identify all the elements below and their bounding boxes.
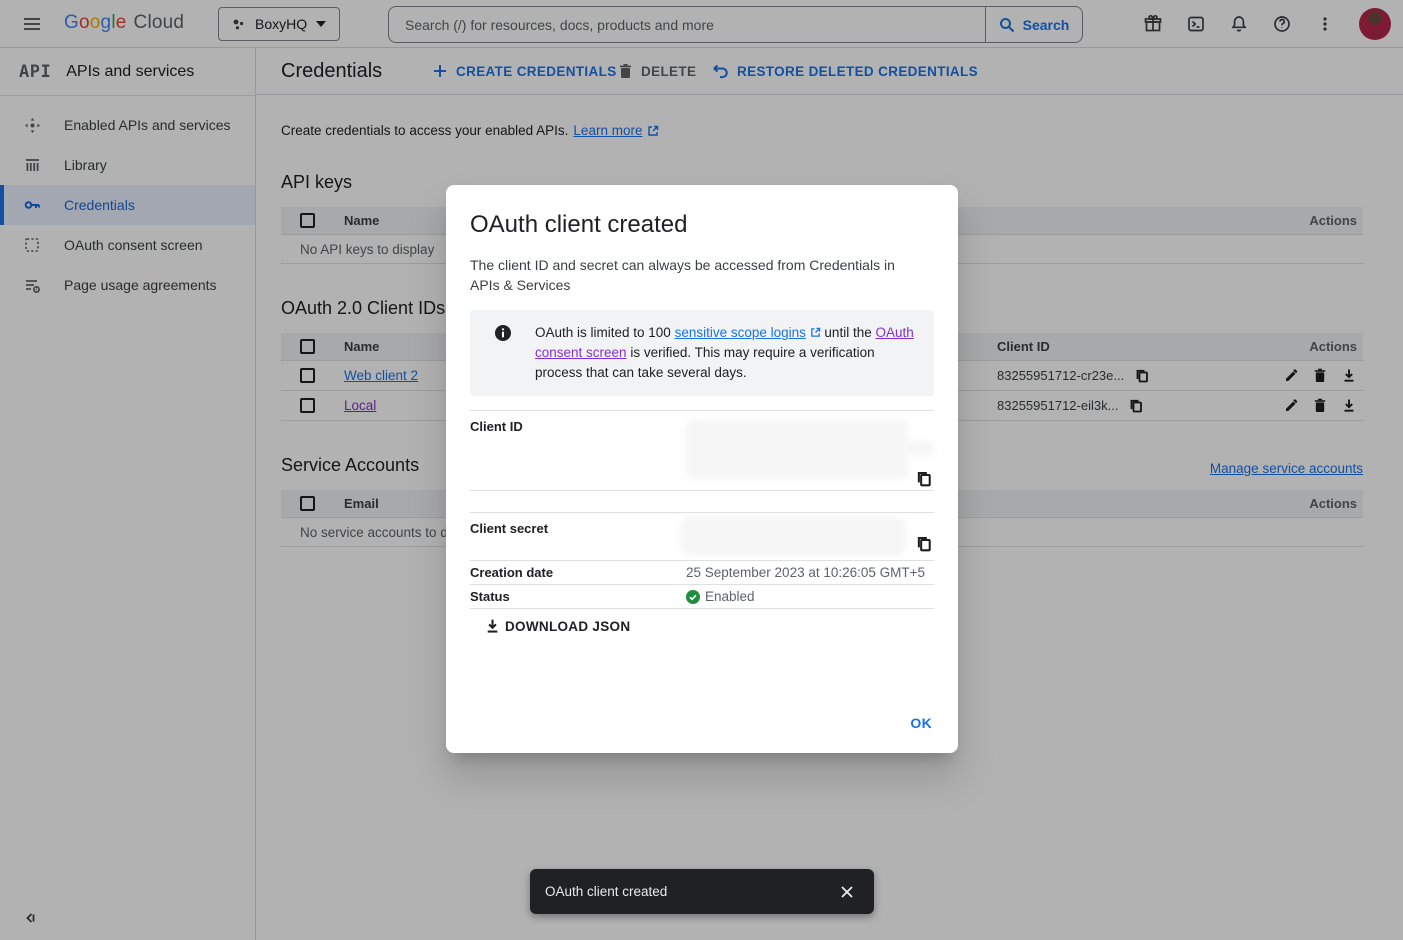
copy-client-secret-icon[interactable] <box>916 536 932 552</box>
close-icon[interactable] <box>835 880 859 904</box>
creation-date-value: 25 September 2023 at 10:26:05 GMT+5 <box>686 565 934 580</box>
client-id-row: Client ID <box>470 411 934 491</box>
ok-button[interactable]: OK <box>910 715 932 731</box>
client-id-label: Client ID <box>470 411 686 490</box>
client-secret-row: Client secret <box>470 513 934 561</box>
redacted-client-id <box>686 419 908 479</box>
client-details: Client ID Client secret <box>470 410 934 609</box>
spacer-row <box>470 491 934 513</box>
redacted-client-secret <box>680 517 906 555</box>
sensitive-scopes-link[interactable]: sensitive scope logins <box>675 325 806 340</box>
download-icon <box>485 618 500 634</box>
creation-date-label: Creation date <box>470 565 686 580</box>
dialog-title: OAuth client created <box>470 211 934 239</box>
notice-prefix: OAuth is limited to 100 <box>535 325 675 340</box>
client-secret-label: Client secret <box>470 513 686 560</box>
status-value: Enabled <box>705 589 755 604</box>
creation-date-row: Creation date 25 September 2023 at 10:26… <box>470 561 934 585</box>
info-icon <box>495 325 511 341</box>
dialog-subtitle: The client ID and secret can always be a… <box>470 255 922 295</box>
notice-text: OAuth is limited to 100 sensitive scope … <box>535 323 918 383</box>
status-row: Status Enabled <box>470 585 934 609</box>
download-json-button[interactable]: DOWNLOAD JSON <box>485 618 630 634</box>
snackbar: OAuth client created <box>530 869 874 914</box>
redacted-client-id <box>905 441 935 456</box>
app: Google Cloud BoxyHQ Search <box>0 0 1403 940</box>
notice-middle: until the <box>821 325 876 340</box>
oauth-client-created-dialog: OAuth client created The client ID and s… <box>446 185 958 753</box>
snackbar-message: OAuth client created <box>545 884 835 899</box>
check-circle-icon <box>686 590 700 604</box>
status-label: Status <box>470 589 686 604</box>
external-link-icon <box>810 327 821 338</box>
download-json-label: DOWNLOAD JSON <box>505 619 630 634</box>
copy-client-id-icon[interactable] <box>916 471 932 487</box>
notice-banner: OAuth is limited to 100 sensitive scope … <box>470 310 934 396</box>
